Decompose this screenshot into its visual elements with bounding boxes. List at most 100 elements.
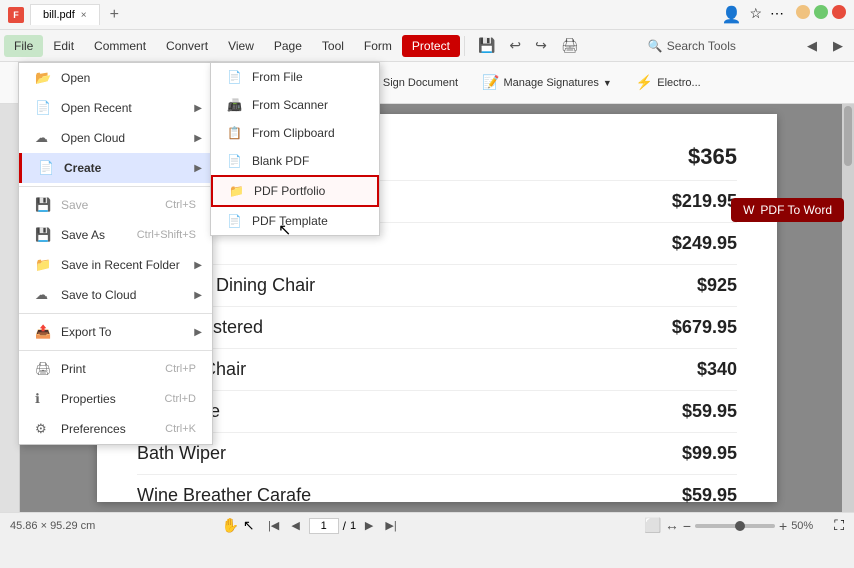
select-tool-icon[interactable]: ↖	[243, 517, 255, 534]
pdf-to-word-btn[interactable]: W PDF To Word	[731, 198, 844, 222]
submenu-blank-pdf[interactable]: 📄 Blank PDF	[211, 147, 379, 175]
status-bar: 45.86 × 95.29 cm ✋ ↖ |◀ ◀ / 1 ▶ ▶| ⬜ ↔ −…	[0, 512, 854, 538]
menu-form[interactable]: Form	[354, 35, 402, 57]
from-clipboard-label: From Clipboard	[252, 126, 335, 140]
dropdown-save-cloud[interactable]: ☁ Save to Cloud ▶	[19, 280, 212, 310]
scrollbar[interactable]	[842, 104, 854, 512]
electro-btn[interactable]: ⚡ Electro...	[626, 70, 711, 95]
menu-page[interactable]: Page	[264, 35, 312, 57]
save-label: Save	[61, 198, 88, 212]
save-cloud-icon: ☁	[35, 287, 51, 303]
menu-file[interactable]: File	[4, 35, 43, 57]
menu-protect[interactable]: Protect	[402, 35, 460, 57]
close-button[interactable]	[832, 5, 846, 19]
menu-convert[interactable]: Convert	[156, 35, 218, 57]
dropdown-open-recent[interactable]: 📄 Open Recent ▶	[19, 93, 212, 123]
maximize-button[interactable]	[814, 5, 828, 19]
dropdown-save-as[interactable]: 💾 Save As Ctrl+Shift+S	[19, 220, 212, 250]
submenu-from-clipboard[interactable]: 📋 From Clipboard	[211, 119, 379, 147]
page-input[interactable]	[309, 518, 339, 534]
menu-view[interactable]: View	[218, 35, 264, 57]
page-nav: ✋ ↖ |◀ ◀ / 1 ▶ ▶|	[221, 517, 400, 535]
forward-nav-btn[interactable]: ▶	[826, 34, 850, 58]
file-dropdown: 📂 Open 📄 Open Recent ▶ ☁ Open Cloud ▶ 📄 …	[18, 62, 213, 445]
add-tab-button[interactable]: +	[104, 6, 125, 24]
item-price-4: $925	[697, 275, 737, 296]
dimensions-label: 45.86 × 95.29 cm	[10, 520, 95, 532]
sep1	[19, 186, 212, 187]
manage-sig-arrow: ▼	[603, 78, 612, 88]
open-icon: 📂	[35, 70, 51, 86]
save-as-shortcut: Ctrl+Shift+S	[137, 229, 196, 241]
electro-label: Electro...	[657, 77, 700, 89]
submenu-from-scanner[interactable]: 📠 From Scanner	[211, 91, 379, 119]
save-shortcut: Ctrl+S	[165, 199, 196, 211]
dropdown-preferences[interactable]: ⚙ Preferences Ctrl+K	[19, 414, 212, 444]
first-page-btn[interactable]: |◀	[265, 517, 283, 535]
zoom-slider[interactable]	[695, 524, 775, 528]
submenu-pdf-template[interactable]: 📄 PDF Template	[211, 207, 379, 235]
fit-page-btn[interactable]: ⬜	[644, 517, 661, 534]
zoom-in-btn[interactable]: +	[779, 518, 787, 534]
page-sep: /	[343, 519, 346, 533]
window-controls: 👤 ☆ ⋯	[722, 5, 846, 25]
sep3	[19, 350, 212, 351]
menu-tool[interactable]: Tool	[312, 35, 354, 57]
search-tools-btn[interactable]: 🔍 Search Tools	[640, 36, 744, 56]
title-bar: F bill.pdf × + 👤 ☆ ⋯	[0, 0, 854, 30]
redo-icon-btn[interactable]: ↪	[530, 34, 552, 57]
dropdown-create[interactable]: 📄 Create ▶	[19, 153, 212, 183]
save-cloud-label: Save to Cloud	[61, 288, 136, 302]
menu-edit[interactable]: Edit	[43, 35, 84, 57]
cursor-tool-icon[interactable]: ✋	[221, 517, 238, 534]
dropdown-export[interactable]: 📤 Export To ▶	[19, 317, 212, 347]
zoom-out-btn[interactable]: −	[683, 518, 691, 534]
page-total: 1	[350, 520, 356, 532]
manage-sig-icon: 📝	[482, 74, 499, 91]
last-page-btn[interactable]: ▶|	[382, 517, 400, 535]
file-tab[interactable]: bill.pdf ×	[30, 4, 100, 25]
save-icon-btn[interactable]: 💾	[473, 34, 500, 57]
save-recent-label: Save in Recent Folder	[61, 258, 180, 272]
nav-buttons: ◀ ▶	[800, 34, 850, 58]
minimize-button[interactable]	[796, 5, 810, 19]
dropdown-save[interactable]: 💾 Save Ctrl+S	[19, 190, 212, 220]
undo-icon-btn[interactable]: ↩	[504, 34, 526, 57]
preferences-label: Preferences	[61, 422, 126, 436]
preferences-shortcut: Ctrl+K	[165, 423, 196, 435]
blank-pdf-icon: 📄	[227, 154, 242, 168]
export-arrow: ▶	[194, 327, 202, 338]
fit-width-btn[interactable]: ↔	[665, 517, 679, 534]
from-clipboard-icon: 📋	[227, 126, 242, 140]
menu-comment[interactable]: Comment	[84, 35, 156, 57]
scroll-thumb[interactable]	[844, 106, 852, 166]
item-price-1: $365	[688, 144, 737, 170]
blank-pdf-label: Blank PDF	[252, 154, 309, 168]
tab-filename: bill.pdf	[43, 9, 75, 21]
dropdown-print[interactable]: 🖨 Print Ctrl+P	[19, 354, 212, 384]
star-icon: ☆	[749, 5, 762, 25]
app-icon: F	[8, 7, 24, 23]
tab-close[interactable]: ×	[81, 10, 87, 21]
prev-page-btn[interactable]: ◀	[287, 517, 305, 535]
item-price-6: $340	[697, 359, 737, 380]
toolbar-icons: 💾 ↩ ↪ 🖨	[473, 34, 584, 57]
dropdown-properties[interactable]: ℹ Properties Ctrl+D	[19, 384, 212, 414]
manage-sig-btn[interactable]: 📝 Manage Signatures ▼	[472, 70, 622, 95]
price-row-8: Bath Wiper $99.95	[137, 433, 737, 475]
item-price-3: $249.95	[672, 233, 737, 254]
export-icon: 📤	[35, 324, 51, 340]
next-page-btn[interactable]: ▶	[360, 517, 378, 535]
dropdown-open-cloud[interactable]: ☁ Open Cloud ▶	[19, 123, 212, 153]
dropdown-save-recent[interactable]: 📁 Save in Recent Folder ▶	[19, 250, 212, 280]
pdf-portfolio-icon: 📁	[229, 184, 244, 198]
dropdown-open[interactable]: 📂 Open	[19, 63, 212, 93]
back-nav-btn[interactable]: ◀	[800, 34, 824, 58]
print-icon-btn[interactable]: 🖨	[556, 34, 584, 57]
open-recent-label: Open Recent	[61, 101, 132, 115]
properties-label: Properties	[61, 392, 116, 406]
fullscreen-btn[interactable]: ⛶	[834, 517, 844, 534]
open-recent-icon: 📄	[35, 100, 51, 116]
submenu-from-file[interactable]: 📄 From File	[211, 63, 379, 91]
submenu-pdf-portfolio[interactable]: 📁 PDF Portfolio	[211, 175, 379, 207]
